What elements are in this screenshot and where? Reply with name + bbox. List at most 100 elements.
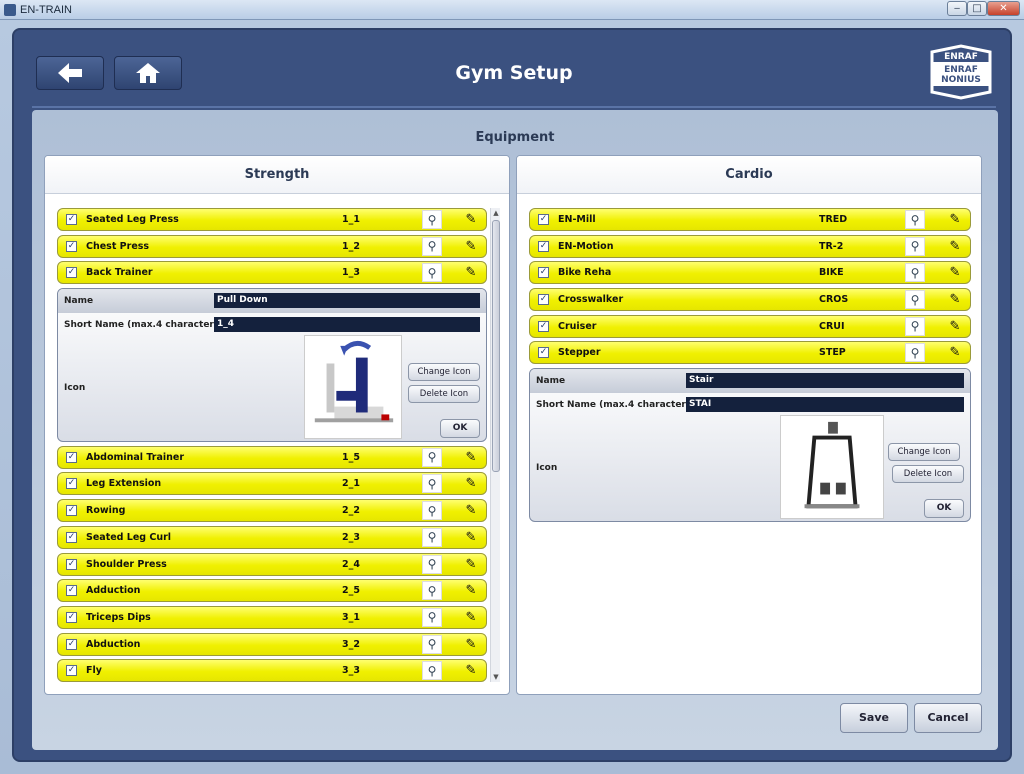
edit-pencil-icon[interactable]: ✎ [462,555,480,574]
equipment-thumbnail-icon: ⚲ [905,290,925,310]
minimize-button[interactable]: ‒ [947,1,967,16]
equipment-short-name: 2_1 [342,478,360,490]
checkbox[interactable]: ✓ [538,214,549,225]
equipment-row[interactable]: ✓ Bike Reha BIKE ⚲ ✎ [529,261,971,285]
checkbox[interactable]: ✓ [66,531,77,543]
edit-pencil-icon[interactable]: ✎ [946,343,964,362]
equipment-row[interactable]: ✓ Seated Leg Curl 2_3 ⚲ ✎ [57,525,487,549]
equipment-row[interactable]: ✓ Cruiser CRUI ⚲ ✎ [529,314,971,338]
edit-pencil-icon[interactable]: ✎ [946,263,964,282]
cardio-panel: Cardio ✓ EN-Mill TRED ⚲ ✎ ✓ EN-Motion TR-2 ⚲ ✎ ✓ Bi… [516,155,982,695]
short-name-label: Short Name (max.4 characters) [64,320,224,331]
equipment-thumbnail-icon: ⚲ [905,343,925,363]
edit-pencil-icon[interactable]: ✎ [462,501,480,520]
equipment-short-name: 2_2 [342,505,360,517]
checkbox[interactable]: ✓ [66,478,77,490]
equipment-row[interactable]: ✓ Seated Leg Press 1_1 ⚲ ✎ [57,208,487,231]
app-icon [4,4,16,16]
equipment-row[interactable]: ✓ Fly 3_3 ⚲ ✎ [57,659,487,683]
edit-pencil-icon[interactable]: ✎ [462,608,480,627]
maximize-button[interactable]: □ [967,1,987,16]
scroll-down-icon[interactable]: ▼ [491,672,501,682]
checkbox[interactable]: ✓ [66,214,77,225]
equipment-row[interactable]: ✓ Back Trainer 1_3 ⚲ ✎ [57,261,487,285]
checkbox[interactable]: ✓ [66,505,77,517]
close-button[interactable]: ✕ [987,1,1020,16]
content-area: Equipment Strength ✓ Seated Leg Press 1_1 ⚲… [32,110,998,750]
checkbox[interactable]: ✓ [538,267,549,279]
window-title: EN-TRAIN [20,4,72,16]
equipment-row[interactable]: ✓ Adduction 2_5 ⚲ ✎ [57,579,487,603]
checkbox[interactable]: ✓ [66,638,77,650]
edit-pencil-icon[interactable]: ✎ [462,581,480,600]
checkbox[interactable]: ✓ [66,267,77,279]
checkbox[interactable]: ✓ [66,558,77,570]
edit-pencil-icon[interactable]: ✎ [462,263,480,282]
checkbox[interactable]: ✓ [66,585,77,597]
window-titlebar: EN-TRAIN ‒ □ ✕ [0,0,1024,20]
section-title: Equipment [475,130,555,145]
name-field[interactable]: Stair [686,373,964,389]
equipment-name: Fly [86,665,102,677]
delete-icon-button[interactable]: Delete Icon [408,385,480,404]
name-label: Name [64,296,94,307]
equipment-short-name: 1_5 [342,451,360,463]
equipment-row[interactable]: ✓ EN-Mill TRED ⚲ ✎ [529,208,971,231]
edit-pencil-icon[interactable]: ✎ [946,237,964,256]
cardio-edit-form: Name Stair Short Name (max.4 characters)… [529,368,971,523]
equipment-short-name: CRUI [819,320,845,332]
header-divider [32,106,996,108]
equipment-short-name: 3_1 [342,611,360,623]
equipment-row[interactable]: ✓ Triceps Dips 3_1 ⚲ ✎ [57,605,487,629]
equipment-thumbnail-icon: ⚲ [422,501,442,521]
checkbox[interactable]: ✓ [538,240,549,252]
edit-pencil-icon[interactable]: ✎ [462,635,480,654]
equipment-name: Shoulder Press [86,558,167,570]
edit-pencil-icon[interactable]: ✎ [946,317,964,336]
edit-pencil-icon[interactable]: ✎ [462,474,480,493]
checkbox[interactable]: ✓ [538,320,549,332]
checkbox[interactable]: ✓ [538,294,549,306]
equipment-thumbnail-icon: ⚲ [422,581,442,601]
equipment-name: Chest Press [86,240,150,252]
equipment-row[interactable]: ✓ Abdominal Trainer 1_5 ⚲ ✎ [57,445,487,469]
scroll-up-icon[interactable]: ▲ [491,208,501,218]
equipment-row[interactable]: ✓ Chest Press 1_2 ⚲ ✎ [57,234,487,258]
save-button[interactable]: Save [840,703,908,733]
checkbox[interactable]: ✓ [66,665,77,677]
equipment-row[interactable]: ✓ EN-Motion TR-2 ⚲ ✎ [529,234,971,258]
delete-icon-button[interactable]: Delete Icon [892,465,964,484]
equipment-row[interactable]: ✓ Crosswalker CROS ⚲ ✎ [529,288,971,312]
edit-pencil-icon[interactable]: ✎ [946,290,964,309]
equipment-row[interactable]: ✓ Abduction 3_2 ⚲ ✎ [57,632,487,656]
equipment-short-name: STEP [819,347,846,359]
edit-pencil-icon[interactable]: ✎ [462,448,480,467]
equipment-row[interactable]: ✓ Shoulder Press 2_4 ⚲ ✎ [57,552,487,576]
equipment-row[interactable]: ✓ Stepper STEP ⚲ ✎ [529,341,971,365]
edit-pencil-icon[interactable]: ✎ [462,237,480,256]
checkbox[interactable]: ✓ [538,347,549,359]
cancel-button[interactable]: Cancel [914,703,982,733]
checkbox[interactable]: ✓ [66,451,77,463]
checkbox[interactable]: ✓ [66,611,77,623]
change-icon-button[interactable]: Change Icon [408,363,480,382]
equipment-row[interactable]: ✓ Rowing 2_2 ⚲ ✎ [57,499,487,523]
edit-pencil-icon[interactable]: ✎ [462,528,480,547]
ok-button[interactable]: OK [440,419,480,439]
short-name-field[interactable]: 1_4 [214,317,480,333]
change-icon-button[interactable]: Change Icon [888,443,960,462]
equipment-row[interactable]: ✓ Leg Extension 2_1 ⚲ ✎ [57,472,487,496]
strength-scrollbar[interactable]: ▲ ▼ [490,208,500,682]
app-container: Gym Setup ENRAF ENRAF NONIUS Equipment S… [12,28,1012,762]
equipment-thumbnail-icon: ⚲ [905,210,925,229]
logo-line2: NONIUS [941,75,981,85]
short-name-field[interactable]: STAI [686,397,964,413]
name-field[interactable]: Pull Down [214,293,480,309]
ok-button[interactable]: OK [924,499,964,519]
checkbox[interactable]: ✓ [66,240,77,252]
edit-pencil-icon[interactable]: ✎ [462,661,480,680]
equipment-thumbnail-icon: ⚲ [422,236,442,256]
edit-pencil-icon[interactable]: ✎ [462,210,480,229]
edit-pencil-icon[interactable]: ✎ [946,210,964,229]
scroll-thumb[interactable] [492,220,500,472]
